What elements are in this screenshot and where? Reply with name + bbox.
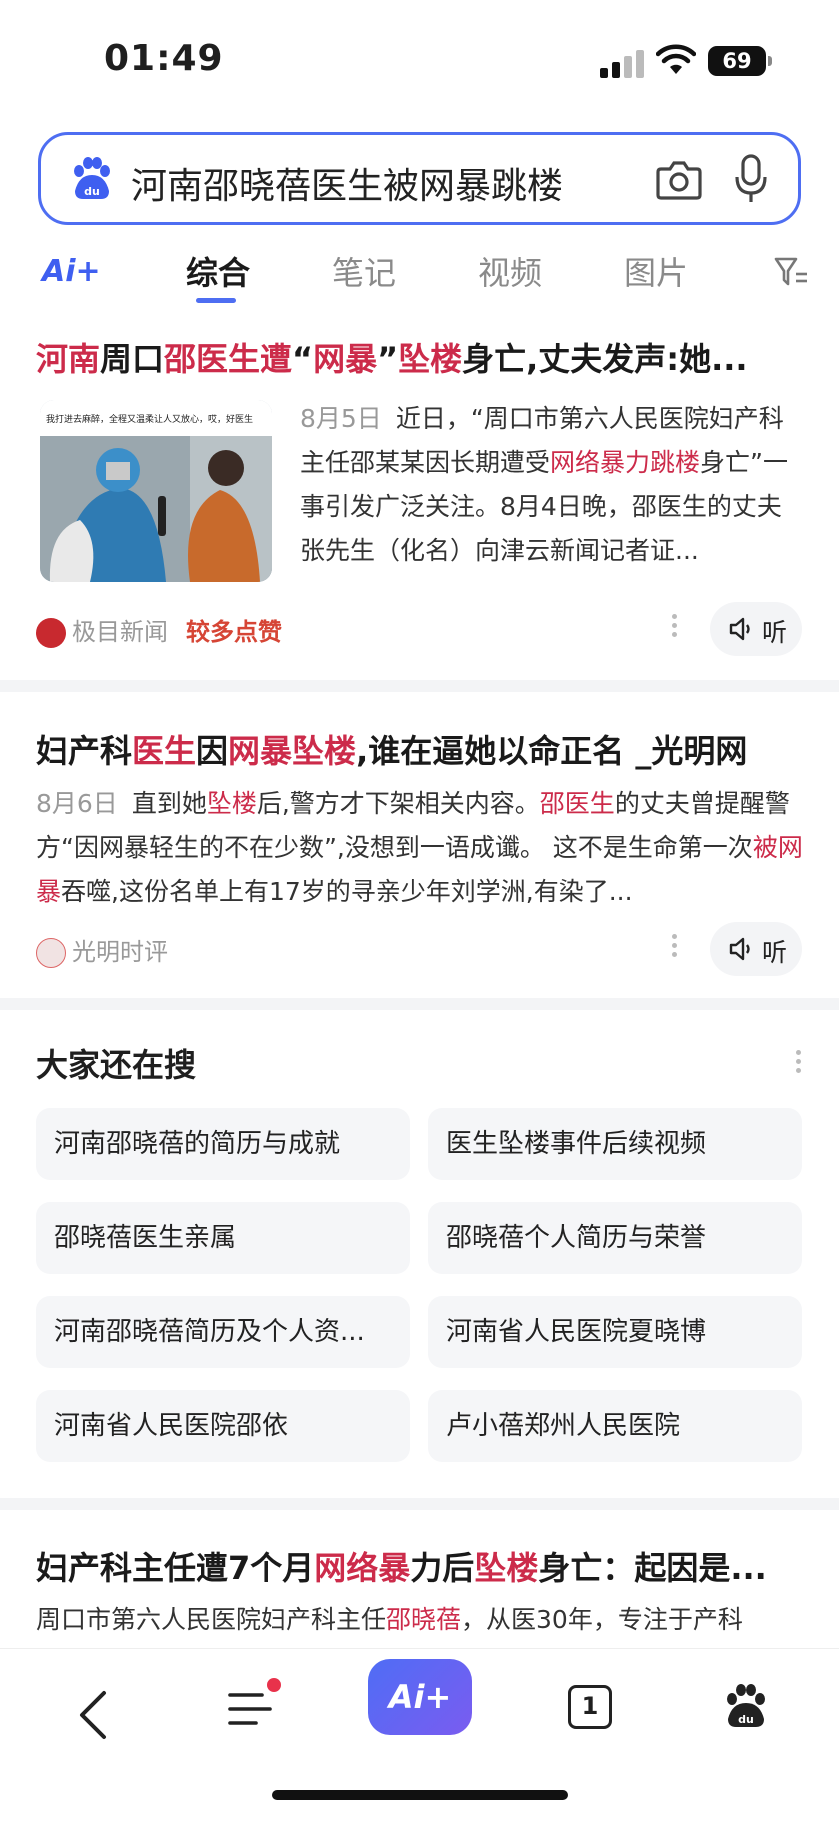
wifi-icon [656,44,696,74]
listen-label: 听 [762,938,788,967]
title-segment: 力后 [410,1549,475,1587]
menu-icon[interactable] [226,1675,286,1735]
tab-videos[interactable]: 视频 [478,248,542,294]
speaker-icon [729,617,750,641]
title-segment: 周口 [100,340,165,378]
listen-label: 听 [762,618,788,647]
snippet-segment: 后,警方才下架相关内容。 [256,789,540,818]
svg-text:du: du [738,1713,754,1726]
search-input[interactable]: 河南邵晓蓓医生被网暴跳楼 [131,157,563,209]
svg-text:du: du [84,185,100,198]
result-3-title[interactable]: 妇产科主任遭7个月网络暴力后坠楼身亡：起因是... [36,1543,806,1589]
ai-tab[interactable]: Ai+ [42,254,101,289]
result-date: 8月5日 [300,404,382,433]
tab-notes[interactable]: 笔记 [332,248,396,294]
source-logo-icon [36,938,66,968]
result-date: 8月6日 [36,789,118,818]
title-segment: 网暴坠楼 [228,732,357,770]
listen-button[interactable]: 听 [710,602,802,656]
result-3-snippet: 周口市第六人民医院妇产科主任邵晓蓓，从医30年，专注于产科 [36,1598,806,1642]
snippet-segment: 吞噬,这份名单上有17岁的寻亲少年刘学洲,有染了... [61,877,633,906]
tab-images[interactable]: 图片 [624,248,688,294]
title-segment: 网暴 [313,340,378,378]
thumbnail-caption: 我打进去麻醉，全程又温柔让人又放心，哎，好医生 [46,413,253,425]
title-segment: 妇产科主任遭7个月 [36,1549,315,1587]
snippet-segment: 坠楼 [206,789,257,818]
snippet-segment: 直到她 [131,789,207,818]
search-tabs: Ai+ 综合 笔记 视频 图片 [0,238,839,308]
title-segment: ,谁在逼她以命正名 _光明网 [356,732,748,770]
title-segment: 河南 [36,340,101,378]
hot-badge: 较多点赞 [186,618,282,646]
home-indicator [272,1790,568,1800]
related-search-chip[interactable]: 河南邵晓蓓简历及个人资... [36,1296,410,1368]
title-segment: 妇产科 [36,732,133,770]
tabs-count-button[interactable]: 1 [568,1685,612,1729]
back-icon[interactable] [78,1689,108,1741]
snippet-segment: 周口市第六人民医院妇产科主任 [36,1605,387,1634]
title-segment: 邵医生遭 [164,340,293,378]
related-search-chip[interactable]: 河南邵晓蓓的简历与成就 [36,1108,410,1180]
title-segment: 因 [196,732,229,770]
microphone-icon[interactable] [733,153,769,205]
title-segment: 身亡：起因是... [538,1549,767,1587]
more-options-icon[interactable] [672,614,678,640]
result-1-thumbnail[interactable]: 我打进去麻醉，全程又温柔让人又放心，哎，好医生 [40,400,272,582]
cellular-signal-icon [600,50,644,78]
more-options-icon[interactable] [796,1050,801,1077]
ai-assistant-button[interactable]: Ai+ [368,1659,472,1735]
snippet-segment: 网络暴力跳楼 [550,448,701,477]
snippet-segment: ，从医30年，专注于产科 [461,1605,743,1634]
result-2-title[interactable]: 妇产科医生因网暴坠楼,谁在逼她以命正名 _光明网 [36,726,806,772]
title-segment: 坠楼 [398,340,463,378]
camera-icon[interactable] [655,157,703,201]
title-segment: 身亡,丈夫发声:她... [462,340,748,378]
title-segment: 坠楼 [474,1549,539,1587]
active-tab-indicator [196,298,236,303]
snippet-segment: 邵医生 [539,789,615,818]
related-search-chip[interactable]: 卢小蓓郑州人民医院 [428,1390,802,1462]
speaker-icon [729,937,750,961]
title-segment: 网络暴 [314,1549,411,1587]
filter-icon[interactable] [774,256,808,288]
snippet-segment: 邵晓蓓 [386,1605,462,1634]
status-bar: 01:49 69 [0,0,839,120]
source-name[interactable]: 光明时评 [72,938,168,966]
more-options-icon[interactable] [672,934,678,960]
result-1-title[interactable]: 河南周口邵医生遭“网暴”坠楼身亡,丈夫发声:她... [36,334,806,380]
result-1-snippet: 8月5日 近日，“周口市第六人民医院妇产科主任邵某某因长期遭受网络暴力跳楼身亡”一… [300,397,800,573]
search-bar[interactable]: du 河南邵晓蓓医生被网暴跳楼 [38,132,801,225]
divider [0,998,839,1010]
result-2-source-row: 光明时评 [36,932,168,972]
baidu-home-icon[interactable]: du [722,1681,770,1731]
title-segment: ” [377,340,399,378]
battery-indicator: 69 [708,46,772,76]
status-time: 01:49 [104,38,224,79]
related-search-chip[interactable]: 邵晓蓓医生亲属 [36,1202,410,1274]
listen-button[interactable]: 听 [710,922,802,976]
divider [0,680,839,692]
related-searches-title: 大家还在搜 [36,1046,197,1084]
divider [0,1498,839,1510]
result-2-snippet: 8月6日 直到她坠楼后,警方才下架相关内容。邵医生的丈夫曾提醒警方“因网暴轻生的不… [36,782,806,914]
tab-comprehensive[interactable]: 综合 [186,248,250,294]
baidu-logo-icon: du [74,157,110,199]
result-1-source-row: 极目新闻 较多点赞 [36,612,282,652]
related-search-chip[interactable]: 河南省人民医院邵依 [36,1390,410,1462]
title-segment: “ [292,340,314,378]
title-segment: 医生 [132,732,197,770]
source-logo-icon [36,618,66,648]
related-search-chip[interactable]: 医生坠楼事件后续视频 [428,1108,802,1180]
related-search-chip[interactable]: 邵晓蓓个人简历与荣誉 [428,1202,802,1274]
related-search-chip[interactable]: 河南省人民医院夏晓博 [428,1296,802,1368]
source-name[interactable]: 极目新闻 [72,618,168,646]
